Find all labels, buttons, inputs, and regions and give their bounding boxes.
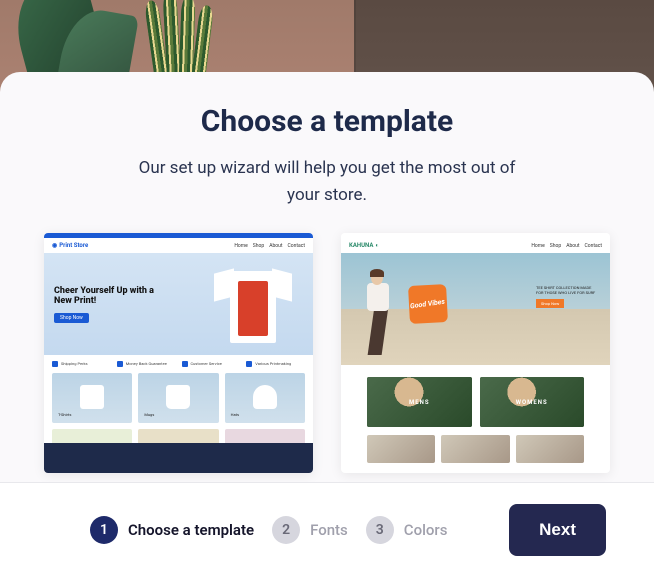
tshirt-graphic <box>208 261 298 351</box>
hero-copy: TEE SHIRT COLLECTION MADE FOR THOSE WHO … <box>536 285 596 308</box>
template-card-kahuna[interactable]: KAHUNA ◐ Home Shop About Contact Good V <box>341 233 610 473</box>
selection-overlay <box>44 443 313 473</box>
product-tile: Hats <box>225 373 305 423</box>
step-colors[interactable]: 3 Colors <box>366 516 448 544</box>
template-nav-links: Home Shop About Contact <box>234 243 305 249</box>
hero-headline: Cheer Yourself Up with a New Print! <box>54 286 174 308</box>
template-nav: ◉ Print Store Home Shop About Contact <box>44 238 313 253</box>
stepper: 1 Choose a template 2 Fonts 3 Colors <box>90 516 489 544</box>
template-nav: KAHUNA ◐ Home Shop About Contact <box>341 238 610 253</box>
template-grid: ◉ Print Store Home Shop About Contact Ch… <box>0 233 654 473</box>
product-tile: Mugs <box>138 373 218 423</box>
thumbnail-row <box>341 435 610 463</box>
product-tile: T-Shirts <box>52 373 132 423</box>
step-number: 2 <box>272 516 300 544</box>
feature-row: Shipping Perks Money Back Guarantee Cust… <box>44 355 313 373</box>
feature-item: Money Back Guarantee <box>117 361 176 367</box>
feature-item: Customer Service <box>182 361 241 367</box>
step-label: Colors <box>404 521 448 539</box>
step-label: Fonts <box>310 521 348 539</box>
product-grid: T-Shirts Mugs Hats <box>44 373 313 423</box>
template-logo: KAHUNA ◐ <box>349 242 379 249</box>
template-hero: Good Vibes TEE SHIRT COLLECTION MADE FOR… <box>341 253 610 365</box>
template-hero: Cheer Yourself Up with a New Print! Shop… <box>44 253 313 355</box>
step-label: Choose a template <box>128 521 254 539</box>
category-tile: MENS <box>367 377 472 427</box>
feature-item: Various Printmaking <box>246 361 305 367</box>
feature-item: Shipping Perks <box>52 361 111 367</box>
step-number: 1 <box>90 516 118 544</box>
next-button[interactable]: Next <box>509 504 606 556</box>
page-subtitle: Our set up wizard will help you get the … <box>127 155 527 209</box>
wizard-footer: 1 Choose a template 2 Fonts 3 Colors Nex… <box>0 482 654 576</box>
step-fonts[interactable]: 2 Fonts <box>272 516 348 544</box>
template-card-print-store[interactable]: ◉ Print Store Home Shop About Contact Ch… <box>44 233 313 473</box>
logo-icon: ◐ <box>375 242 379 249</box>
category-tile: WOMENS <box>480 377 585 427</box>
wizard-modal: Choose a template Our set up wizard will… <box>0 72 654 482</box>
hero-badge: Good Vibes <box>408 284 448 324</box>
step-choose-template[interactable]: 1 Choose a template <box>90 516 254 544</box>
category-row: MENS WOMENS <box>341 365 610 435</box>
step-number: 3 <box>366 516 394 544</box>
logo-icon: ◉ <box>52 242 57 249</box>
hero-cta: Shop Now <box>536 299 564 308</box>
template-logo: ◉ Print Store <box>52 242 88 249</box>
page-title: Choose a template <box>0 104 654 139</box>
template-nav-links: Home Shop About Contact <box>531 243 602 249</box>
hero-cta: Shop Now <box>54 313 89 323</box>
person-graphic <box>357 271 407 361</box>
